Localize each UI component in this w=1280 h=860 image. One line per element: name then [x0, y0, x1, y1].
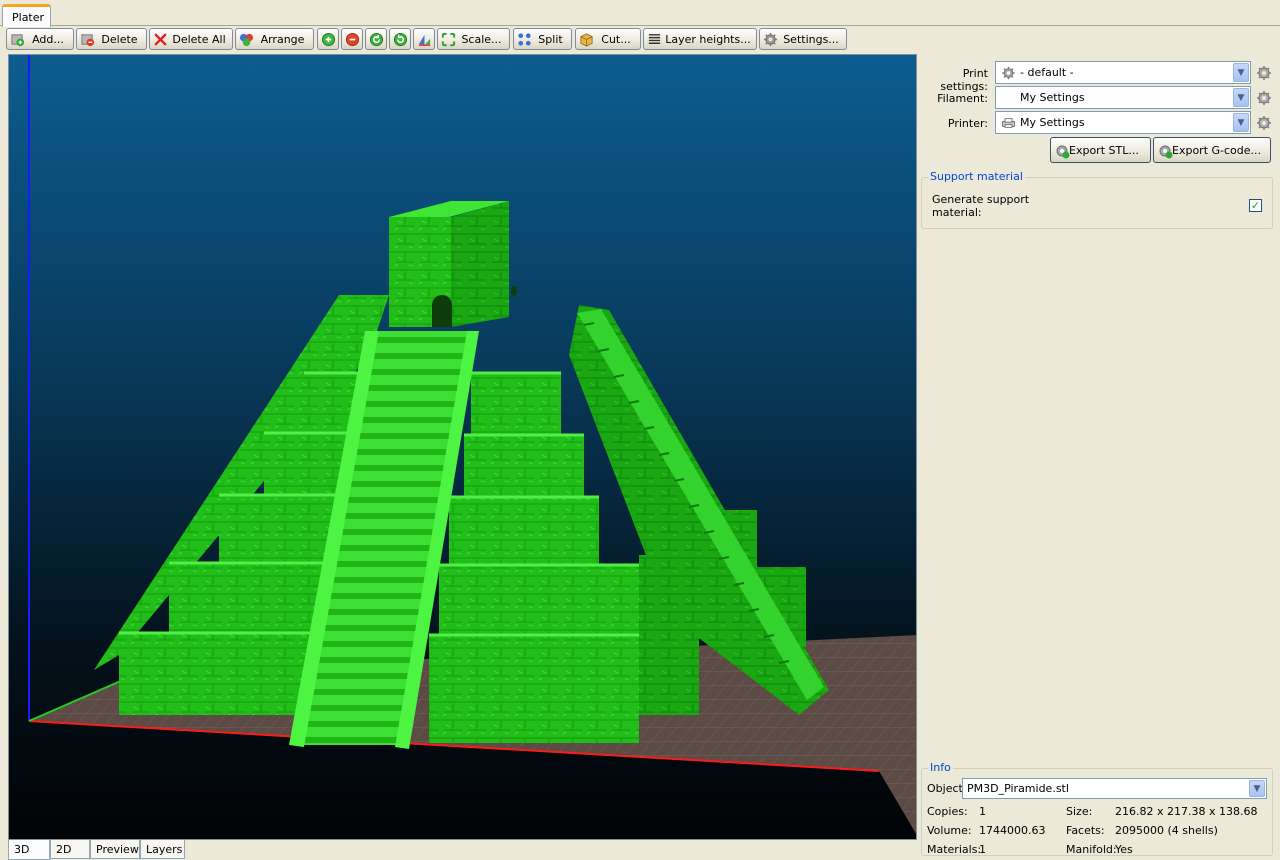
layer-heights-button-label: Layer heights... — [665, 32, 751, 46]
rotate-left-button[interactable] — [365, 28, 387, 50]
export-stl-button[interactable]: Export STL... — [1050, 137, 1151, 163]
delete-all-button[interactable]: Delete All — [149, 28, 233, 50]
chevron-down-icon[interactable]: ▼ — [1233, 63, 1249, 82]
export-stl-icon — [1056, 145, 1070, 159]
object-value: PM3D_Piramide.stl — [967, 782, 1069, 795]
main-tab-strip: Plater — [0, 0, 1280, 27]
red-x-icon — [154, 33, 167, 46]
tab-layers[interactable]: Layers — [140, 840, 185, 859]
tier-2-left — [169, 563, 329, 633]
tier-2-right — [439, 565, 639, 635]
temple-window — [511, 286, 517, 296]
layer-heights-button[interactable]: Layer heights... — [643, 28, 757, 50]
object-select[interactable]: PM3D_Piramide.stl ▼ — [962, 778, 1267, 799]
print-settings-label: Print settings: — [940, 67, 988, 93]
materials-value: 1 — [979, 843, 986, 856]
volume-value: 1744000.63 — [979, 824, 1046, 837]
filament-value: My Settings — [1020, 91, 1085, 104]
3d-scene — [28, 55, 916, 834]
rotate-right-button[interactable] — [389, 28, 411, 50]
info-title: Info — [928, 761, 953, 774]
size-value: 216.82 x 217.38 x 138.68 — [1115, 805, 1258, 818]
tab-preview[interactable]: Preview — [90, 840, 140, 859]
split-button[interactable]: Split — [513, 28, 572, 50]
settings-button[interactable]: Settings... — [759, 28, 847, 50]
filament-gear-icon[interactable] — [1256, 90, 1272, 106]
chevron-down-icon[interactable]: ▼ — [1249, 780, 1265, 797]
export-gcode-button[interactable]: Export G-code... — [1153, 137, 1271, 163]
minus-circle-icon — [345, 32, 359, 46]
printer-label: Printer: — [947, 117, 988, 130]
mirror-button[interactable] — [413, 28, 435, 50]
tier-4-right — [464, 435, 584, 497]
rotate-cw-icon — [393, 32, 407, 46]
tier-5-right — [471, 373, 561, 435]
filament-select[interactable]: My Settings ▼ — [995, 86, 1251, 109]
manifold-value: Yes — [1115, 843, 1133, 856]
cut-button[interactable]: Cut... — [575, 28, 641, 50]
split-icon — [518, 33, 531, 46]
add-object-icon — [11, 34, 25, 47]
arrange-button[interactable]: Arrange — [235, 28, 314, 50]
tier-1-right — [429, 635, 639, 743]
tab-3d[interactable]: 3D — [8, 840, 50, 860]
delete-button[interactable]: Delete — [76, 28, 147, 50]
scale-icon — [441, 32, 456, 47]
add-button[interactable]: Add... — [6, 28, 74, 50]
layers-lines-icon — [648, 34, 661, 44]
tier-1-side — [639, 625, 699, 715]
tier-1-left — [119, 633, 319, 715]
tier-3-right — [449, 497, 599, 565]
volume-label: Volume: — [927, 824, 972, 837]
copies-value: 1 — [979, 805, 986, 818]
temple-side — [451, 201, 509, 327]
tab-plater[interactable]: Plater — [2, 4, 51, 27]
printer-value: My Settings — [1020, 116, 1085, 129]
delete-object-icon — [81, 34, 95, 47]
printer-select[interactable]: My Settings ▼ — [995, 111, 1251, 134]
tier-3-left — [219, 495, 339, 563]
tab-2d[interactable]: 2D — [50, 840, 90, 859]
temple-doorway — [432, 295, 452, 327]
rotate-ccw-icon — [369, 32, 383, 46]
generate-support-checkbox[interactable]: ✓ — [1249, 199, 1262, 212]
facets-label: Facets: — [1066, 824, 1105, 837]
generate-support-label-line2: material: — [932, 206, 982, 219]
facets-value: 2095000 (4 shells) — [1115, 824, 1218, 837]
printer-icon — [1001, 118, 1016, 128]
filament-label: Filament: — [937, 92, 988, 105]
plater-toolbar: Add... Delete Delete All Arrange Scale..… — [0, 28, 1280, 50]
object-label: Object: — [927, 782, 967, 795]
generate-support-label: Generate support material: — [932, 193, 1029, 219]
gear-icon — [1002, 66, 1015, 80]
materials-label: Materials: — [927, 843, 982, 856]
arrange-icon — [239, 33, 254, 47]
export-gcode-icon — [1159, 145, 1173, 159]
copies-label: Copies: — [927, 805, 968, 818]
chevron-down-icon[interactable]: ▼ — [1233, 113, 1249, 132]
manifold-label: Manifold: — [1066, 843, 1117, 856]
print-settings-value: - default - — [1020, 66, 1074, 79]
more-copies-button[interactable] — [317, 28, 339, 50]
scale-button[interactable]: Scale... — [437, 28, 510, 50]
generate-support-label-line1: Generate support — [932, 193, 1030, 206]
chevron-down-icon[interactable]: ▼ — [1233, 88, 1249, 107]
support-material-title: Support material — [928, 170, 1025, 183]
fewer-copies-button[interactable] — [341, 28, 363, 50]
gear-icon — [763, 32, 778, 47]
print-settings-gear-icon[interactable] — [1256, 65, 1272, 81]
printer-gear-icon[interactable] — [1256, 115, 1272, 131]
size-label: Size: — [1066, 805, 1093, 818]
mirror-icon — [418, 34, 430, 46]
3d-viewport[interactable] — [8, 54, 917, 840]
package-icon — [580, 33, 593, 47]
print-settings-select[interactable]: - default - ▼ — [995, 61, 1251, 84]
plus-circle-icon — [321, 32, 335, 46]
